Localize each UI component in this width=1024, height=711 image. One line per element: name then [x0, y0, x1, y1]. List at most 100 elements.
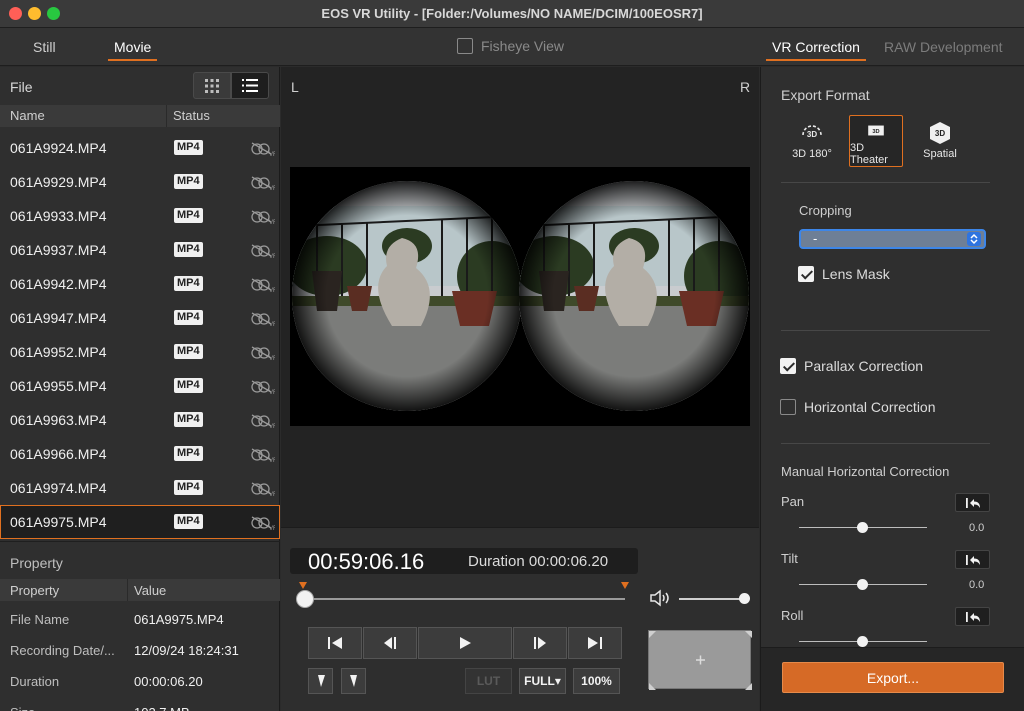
horizontal-correction-label: Horizontal Correction	[804, 399, 936, 415]
tilt-slider-handle[interactable]	[857, 579, 868, 590]
export-button[interactable]: Export...	[782, 662, 1004, 693]
zoom-100-button[interactable]: 100%	[573, 668, 620, 694]
file-row[interactable]: 061A9929.MP4 MP4 VR	[0, 165, 280, 199]
vr-camera-icon: VR	[251, 244, 275, 259]
export-format-title: Export Format	[781, 87, 870, 103]
navigator-preview[interactable]	[648, 630, 752, 690]
mp4-badge: MP4	[174, 446, 203, 461]
fisheye-view-toggle[interactable]: Fisheye View	[457, 38, 564, 54]
property-row: Recording Date/... 12/09/24 18:24:31	[0, 635, 280, 666]
property-key: Size	[10, 705, 125, 711]
go-to-end-button[interactable]	[568, 627, 622, 659]
top-tab-bar: Still Movie Fisheye View VR Correction R…	[0, 28, 1024, 66]
set-in-point-button[interactable]	[308, 668, 333, 694]
roll-label: Roll	[781, 608, 804, 623]
file-name: 061A9975.MP4	[10, 514, 107, 530]
volume-handle[interactable]	[739, 593, 750, 604]
lens-mask-option[interactable]: Lens Mask	[798, 266, 890, 282]
go-to-start-button[interactable]	[308, 627, 362, 659]
parallax-correction-label: Parallax Correction	[804, 358, 924, 374]
play-button[interactable]	[418, 627, 512, 659]
file-row[interactable]: 061A9966.MP4 MP4 VR	[0, 437, 280, 471]
out-point-marker[interactable]	[621, 582, 629, 589]
format-3d-180[interactable]: 3D 3D 180°	[785, 115, 839, 167]
tab-vr-correction[interactable]: VR Correction	[766, 39, 866, 61]
file-row[interactable]: 061A9933.MP4 MP4 VR	[0, 199, 280, 233]
horizontal-correction-checkbox[interactable]	[780, 399, 796, 415]
format-3d-theater-label: 3D Theater	[850, 142, 888, 166]
column-name[interactable]: Name	[10, 108, 45, 123]
tilt-value: 0.0	[969, 579, 985, 591]
file-name: 061A9955.MP4	[10, 378, 107, 394]
format-spatial-label: Spatial	[923, 148, 957, 160]
pan-slider[interactable]	[799, 522, 927, 533]
file-row[interactable]: 061A9924.MP4 MP4 VR	[0, 131, 280, 165]
full-view-dropdown[interactable]: FULL▾	[519, 668, 566, 694]
tilt-reset-button[interactable]	[955, 550, 990, 569]
property-table: File Name 061A9975.MP4 Recording Date/... 1…	[0, 604, 280, 711]
title-bar: EOS VR Utility - [Folder:/Volumes/NO NAM…	[0, 0, 1024, 28]
video-preview[interactable]	[290, 167, 750, 426]
out-point-icon	[349, 675, 357, 687]
speaker-icon[interactable]	[649, 589, 671, 607]
spatial-icon: 3D	[930, 122, 950, 144]
property-row: Duration 00:00:06.20	[0, 666, 280, 697]
mp4-badge: MP4	[174, 242, 203, 257]
fisheye-view-checkbox[interactable]	[457, 38, 473, 54]
format-3d-theater[interactable]: 3D 3D Theater	[849, 115, 903, 167]
vr-camera-icon: VR	[251, 346, 275, 361]
vr-camera-icon: VR	[251, 210, 275, 225]
list-view-button[interactable]	[231, 72, 269, 99]
vr-camera-icon: VR	[251, 482, 275, 497]
horizontal-correction-option[interactable]: Horizontal Correction	[780, 399, 936, 415]
file-row[interactable]: 061A9942.MP4 MP4 VR	[0, 267, 280, 301]
file-row[interactable]: 061A9947.MP4 MP4 VR	[0, 301, 280, 335]
in-point-marker[interactable]	[299, 582, 307, 589]
tab-raw-development[interactable]: RAW Development	[884, 39, 1003, 55]
parallax-correction-checkbox[interactable]	[780, 358, 796, 374]
cropping-select[interactable]: -	[799, 229, 986, 249]
roll-slider[interactable]	[799, 636, 927, 647]
svg-text:VR: VR	[269, 254, 275, 259]
lens-mask-checkbox[interactable]	[798, 266, 814, 282]
file-name: 061A9942.MP4	[10, 276, 107, 292]
roll-reset-button[interactable]	[955, 607, 990, 626]
file-row[interactable]: 061A9963.MP4 MP4 VR	[0, 403, 280, 437]
vr-camera-icon: VR	[251, 176, 275, 191]
volume-slider[interactable]	[679, 593, 750, 604]
tilt-label: Tilt	[781, 551, 798, 566]
tab-movie[interactable]: Movie	[107, 39, 158, 61]
file-row[interactable]: 061A9937.MP4 MP4 VR	[0, 233, 280, 267]
previous-frame-button[interactable]	[363, 627, 417, 659]
pan-slider-handle[interactable]	[857, 522, 868, 533]
file-name: 061A9937.MP4	[10, 242, 107, 258]
set-out-point-button[interactable]	[341, 668, 366, 694]
parallax-correction-option[interactable]: Parallax Correction	[780, 358, 923, 374]
column-status[interactable]: Status	[173, 108, 210, 123]
file-list: 061A9924.MP4MP4VR061A9929.MP4MP4VR061A99…	[0, 131, 280, 539]
left-eye-label: L	[291, 79, 299, 95]
pan-reset-button[interactable]	[955, 493, 990, 512]
file-row[interactable]: 061A9955.MP4 MP4 VR	[0, 369, 280, 403]
mp4-badge: MP4	[174, 514, 203, 529]
file-name: 061A9924.MP4	[10, 140, 107, 156]
select-arrows-icon	[967, 232, 981, 246]
seek-bar[interactable]	[296, 582, 629, 608]
format-spatial[interactable]: 3D Spatial	[913, 115, 967, 167]
svg-text:VR: VR	[269, 390, 275, 395]
grid-view-button[interactable]	[193, 72, 231, 99]
roll-slider-handle[interactable]	[857, 636, 868, 647]
file-row[interactable]: 061A9975.MP4 MP4 VR	[0, 505, 280, 539]
lut-button[interactable]: LUT	[465, 668, 512, 694]
file-row[interactable]: 061A9952.MP4 MP4 VR	[0, 335, 280, 369]
file-panel: File Name Status 061A9924.MP4MP4VR061A99…	[0, 67, 280, 711]
tab-still[interactable]: Still	[33, 39, 56, 55]
tilt-slider[interactable]	[799, 579, 927, 590]
file-row[interactable]: 061A9974.MP4 MP4 VR	[0, 471, 280, 505]
next-frame-button[interactable]	[513, 627, 567, 659]
vr-camera-icon: VR	[251, 142, 275, 157]
svg-text:VR: VR	[269, 458, 275, 463]
grid-icon	[205, 78, 219, 93]
seek-handle[interactable]	[296, 590, 314, 608]
vr-camera-icon: VR	[251, 448, 275, 463]
